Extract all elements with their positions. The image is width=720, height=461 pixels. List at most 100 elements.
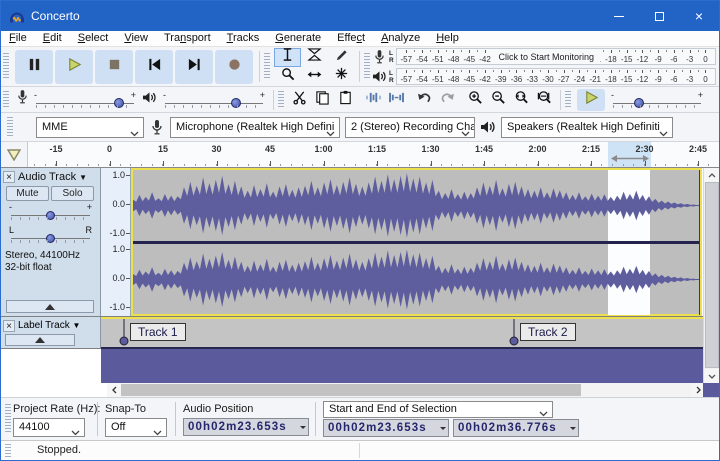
skip-to-start-button[interactable] xyxy=(135,49,173,84)
label-marker[interactable] xyxy=(119,319,129,352)
track-title-menu[interactable]: Audio Track ▼ xyxy=(18,171,87,183)
zoom-tool-button[interactable] xyxy=(274,67,301,86)
scroll-left-button[interactable] xyxy=(107,383,121,397)
zoom-out-button[interactable] xyxy=(487,89,510,111)
recording-volume-slider[interactable]: - + xyxy=(34,89,136,111)
fit-project-button[interactable] xyxy=(533,89,556,111)
scroll-up-button[interactable] xyxy=(704,168,719,182)
scroll-down-button[interactable] xyxy=(704,369,719,383)
audio-position-field[interactable]: 00h02m23.653s xyxy=(183,418,309,436)
recording-volume-slider-thumb[interactable] xyxy=(114,97,125,108)
menu-file[interactable]: File xyxy=(1,31,35,47)
undo-icon xyxy=(417,91,432,109)
draw-tool-button[interactable] xyxy=(328,48,355,67)
menu-effect[interactable]: Effect xyxy=(329,31,373,47)
toolbar-grip[interactable] xyxy=(3,90,9,109)
minimize-button[interactable] xyxy=(599,1,639,31)
maximize-button[interactable] xyxy=(639,1,679,31)
play-speed-slider-thumb[interactable] xyxy=(634,97,645,108)
audio-host-select[interactable]: MME xyxy=(36,116,144,138)
recording-meter[interactable]: LR-57-54-51-48-45-42-39-36-33-30-27-24-2… xyxy=(372,47,716,66)
selection-tool-button[interactable] xyxy=(274,47,301,67)
gain-slider[interactable]: - + xyxy=(9,202,92,224)
menu-analyze[interactable]: Analyze xyxy=(373,31,428,47)
stop-button[interactable] xyxy=(95,49,133,84)
monitoring-hint[interactable]: Click to Start Monitoring xyxy=(492,50,601,64)
multi-tool-button[interactable] xyxy=(328,67,355,86)
fit-selection-button[interactable] xyxy=(510,89,533,111)
menu-help[interactable]: Help xyxy=(428,31,467,47)
close-track-button[interactable]: × xyxy=(3,319,15,332)
recording-device-select[interactable]: Microphone (Realtek High Defini xyxy=(170,116,340,138)
mute-button[interactable]: Mute xyxy=(6,186,49,201)
recording-channels-select[interactable]: 2 (Stereo) Recording Channels xyxy=(345,116,475,138)
track-title-menu[interactable]: Label Track ▼ xyxy=(18,320,80,331)
playback-device-select[interactable]: Speakers (Realtek High Definiti xyxy=(501,116,673,138)
tracks-viewport: × Audio Track ▼ Mute Solo - + LR Stereo, … xyxy=(1,168,719,383)
pan-slider[interactable]: LR xyxy=(9,225,92,247)
skip-start-icon xyxy=(147,57,162,77)
waveform-channel-1[interactable] xyxy=(133,170,700,241)
channel-labels: LR xyxy=(389,69,394,84)
cut-button[interactable] xyxy=(288,89,311,111)
record-button[interactable] xyxy=(215,49,253,84)
toolbar-grip[interactable] xyxy=(364,52,370,81)
label-text[interactable]: Track 1 xyxy=(130,323,186,341)
snap-to-select[interactable]: Off xyxy=(105,418,167,437)
time-tick-label: 2:30 xyxy=(635,144,654,154)
label-marker[interactable] xyxy=(509,319,519,352)
menu-tracks[interactable]: Tracks xyxy=(219,31,268,47)
vertical-scrollbar-thumb[interactable] xyxy=(705,182,719,368)
close-track-button[interactable]: × xyxy=(3,170,15,183)
toolbar-grip[interactable] xyxy=(565,90,571,109)
label-text[interactable]: Track 2 xyxy=(520,323,576,341)
zoom-in-button[interactable] xyxy=(464,89,487,111)
horizontal-scrollbar[interactable] xyxy=(1,383,719,397)
time-shift-tool-button[interactable] xyxy=(301,67,328,86)
label-track-content[interactable]: Track 1 Track 2 xyxy=(101,317,703,349)
envelope-tool-button[interactable] xyxy=(301,48,328,67)
playback-volume-slider-thumb[interactable] xyxy=(230,97,241,108)
playback-volume-slider[interactable]: - + xyxy=(163,89,265,111)
silence-audio-button[interactable] xyxy=(385,89,408,111)
pause-button[interactable] xyxy=(15,49,53,84)
vertical-scrollbar[interactable] xyxy=(703,168,719,383)
selection-start-field[interactable]: 00h02m23.653s xyxy=(323,419,449,437)
zoom-fit-icon xyxy=(537,90,552,110)
menu-select[interactable]: Select xyxy=(70,31,117,47)
chevron-down-icon xyxy=(570,427,576,433)
menu-edit[interactable]: Edit xyxy=(35,31,70,47)
trim-audio-button[interactable] xyxy=(362,89,385,111)
project-rate-select[interactable]: 44100 xyxy=(13,418,85,437)
horizontal-scrollbar-thumb[interactable] xyxy=(121,384,581,396)
toolbar-grip[interactable] xyxy=(264,52,270,81)
menu-transport[interactable]: Transport xyxy=(156,31,219,47)
menu-generate[interactable]: Generate xyxy=(267,31,329,47)
play-speed-slider[interactable]: - + xyxy=(611,89,703,111)
paste-button[interactable] xyxy=(334,89,357,111)
undo-button[interactable] xyxy=(413,89,436,111)
toolbar-grip[interactable] xyxy=(7,117,13,137)
skip-to-end-button[interactable] xyxy=(175,49,213,84)
vertical-scale-ruler[interactable]: 1.0 0.0 -1.0 1.0 0.0 -1.0 xyxy=(101,168,131,316)
menu-view[interactable]: View xyxy=(116,31,156,47)
timeline-ruler[interactable]: -15 0 15 30 45 1:00 1:15 1:30 1:45 2:00 2:15 2:30 2:… xyxy=(28,142,719,167)
scale-label: 1.0 xyxy=(112,244,125,254)
waveform-display[interactable] xyxy=(131,168,702,316)
copy-button[interactable] xyxy=(311,89,334,111)
close-button[interactable]: × xyxy=(679,1,719,31)
play-button[interactable] xyxy=(55,49,93,84)
collapse-track-button[interactable] xyxy=(6,300,94,313)
timeline-options-button[interactable] xyxy=(1,142,28,167)
selection-end-field[interactable]: 00h02m36.776s xyxy=(453,419,579,437)
toolbar-grip[interactable] xyxy=(278,90,284,109)
play-at-speed-button[interactable] xyxy=(577,88,605,111)
collapse-track-button[interactable] xyxy=(5,334,75,346)
selection-mode-select[interactable]: Start and End of Selection xyxy=(323,401,553,418)
playback-meter[interactable]: L R -57 -54 -51 -48 -45 -42 -39 -36 -33 -30 -27 -24 -2… xyxy=(372,67,716,86)
toolbar-grip[interactable] xyxy=(5,404,11,434)
toolbar-grip[interactable] xyxy=(3,52,9,81)
solo-button[interactable]: Solo xyxy=(51,186,94,201)
redo-button[interactable] xyxy=(436,89,459,111)
waveform-channel-2[interactable] xyxy=(133,244,700,315)
